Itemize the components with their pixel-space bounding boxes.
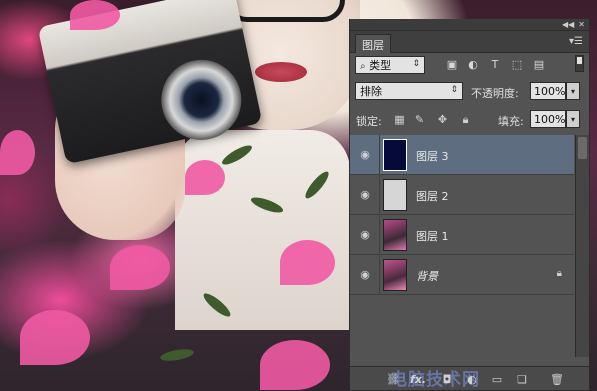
adjustment-filter-icon[interactable]: ◐ [466,57,480,71]
layers-scrollbar[interactable] [575,135,589,357]
shape-filter-icon[interactable]: ⬚ [510,57,524,71]
fill-dropdown-icon[interactable]: ▾ [566,110,580,128]
layer-name: 图层 1 [416,230,449,243]
smart-object-filter-icon[interactable]: ▤ [532,57,546,71]
divider [379,135,380,175]
search-icon: ⌕ [360,61,366,72]
link-layers-icon[interactable]: ⛓ [385,371,401,387]
lock-label: 锁定: [356,115,382,128]
blend-row: 排除 ⇕ 不透明度: 100% ▾ [350,80,589,106]
close-icon[interactable]: ✕ [578,20,585,29]
fx-icon[interactable]: fx. [410,371,426,387]
blend-mode-label: 排除 [360,85,382,98]
divider [379,215,380,255]
lips [255,62,307,82]
opacity-input[interactable]: 100% [530,82,566,100]
panel-menu-icon[interactable]: ▾☰ [569,36,583,47]
layer-row-3[interactable]: ◉ 图层 3 [350,135,574,175]
lock-all-icon[interactable]: 🔒︎ [459,113,472,126]
layers-bottom-toolbar: 电脑技术网 ⛓ fx. ◘ ◐ ▭ ❏ 🗑︎ [350,366,589,390]
adjustment-layer-icon[interactable]: ◐ [464,371,480,387]
scrollbar-thumb[interactable] [578,137,587,159]
divider [379,255,380,295]
type-filter-icon[interactable]: T [488,57,502,71]
flower [70,0,120,30]
layer-thumbnail [383,219,407,251]
filter-kind-label: 类型 [369,59,392,72]
flower [110,245,170,290]
new-layer-icon[interactable]: ❏ [514,371,530,387]
leaf [159,347,195,363]
new-group-icon[interactable]: ▭ [489,371,505,387]
filter-kind-select[interactable]: ⌕ 类型 ⇕ [355,56,425,74]
lock-image-pixels-icon[interactable]: ✎ [413,113,426,126]
flower [280,240,335,285]
updown-arrow-icon: ⇕ [412,59,420,69]
double-chevron-left-icon[interactable]: ◀◀ [562,20,574,29]
layer-thumbnail [383,259,407,291]
lock-position-icon[interactable]: ✥ [436,113,449,126]
layer-thumbnail [383,179,407,211]
layer-name: 图层 2 [416,190,449,203]
layer-row-1[interactable]: ◉ 图层 1 [350,215,574,255]
panel-title-strip: ◀◀ ✕ [350,19,589,31]
glasses [225,0,345,22]
add-mask-icon[interactable]: ◘ [439,371,455,387]
layers-list: ◉ 图层 3 ◉ 图层 2 ◉ 图层 1 ◉ 背景 🔒︎ [350,135,574,357]
flower [20,310,90,365]
layer-row-background[interactable]: ◉ 背景 🔒︎ [350,255,574,295]
layer-thumbnail [383,139,407,171]
opacity-label: 不透明度: [471,87,519,100]
filter-row: ⌕ 类型 ⇕ ▣ ◐ T ⬚ ▤ [350,53,589,80]
flower [260,340,330,390]
filter-toggle[interactable] [575,55,584,72]
opacity-dropdown-icon[interactable]: ▾ [566,82,580,100]
layer-name: 图层 3 [416,150,449,163]
eye-icon[interactable]: ◉ [358,148,372,162]
fill-input[interactable]: 100% [530,110,566,128]
eye-icon[interactable]: ◉ [358,268,372,282]
eye-icon[interactable]: ◉ [358,228,372,242]
delete-layer-icon[interactable]: 🗑︎ [549,371,565,387]
panel-tabbar: 图层 ▾☰ [350,31,589,53]
flower [0,130,35,175]
lock-transparent-pixels-icon[interactable]: ▦ [393,113,406,126]
tab-layers[interactable]: 图层 [355,34,391,53]
lock-icon: 🔒︎ [556,268,562,279]
updown-arrow-icon: ⇕ [450,85,458,95]
blend-mode-select[interactable]: 排除 ⇕ [355,82,463,100]
fill-label: 填充: [498,115,524,128]
layer-row-2[interactable]: ◉ 图层 2 [350,175,574,215]
lock-row: 锁定: ▦ ✎ ✥ 🔒︎ 填充: 100% ▾ [350,106,589,134]
layers-panel: ◀◀ ✕ 图层 ▾☰ ⌕ 类型 ⇕ ▣ ◐ T ⬚ ▤ 排除 ⇕ 不透明度: 1… [349,19,590,391]
eye-icon[interactable]: ◉ [358,188,372,202]
layer-name: 背景 [416,270,438,283]
divider [379,175,380,215]
pixel-filter-icon[interactable]: ▣ [445,57,459,71]
flower [185,160,225,195]
